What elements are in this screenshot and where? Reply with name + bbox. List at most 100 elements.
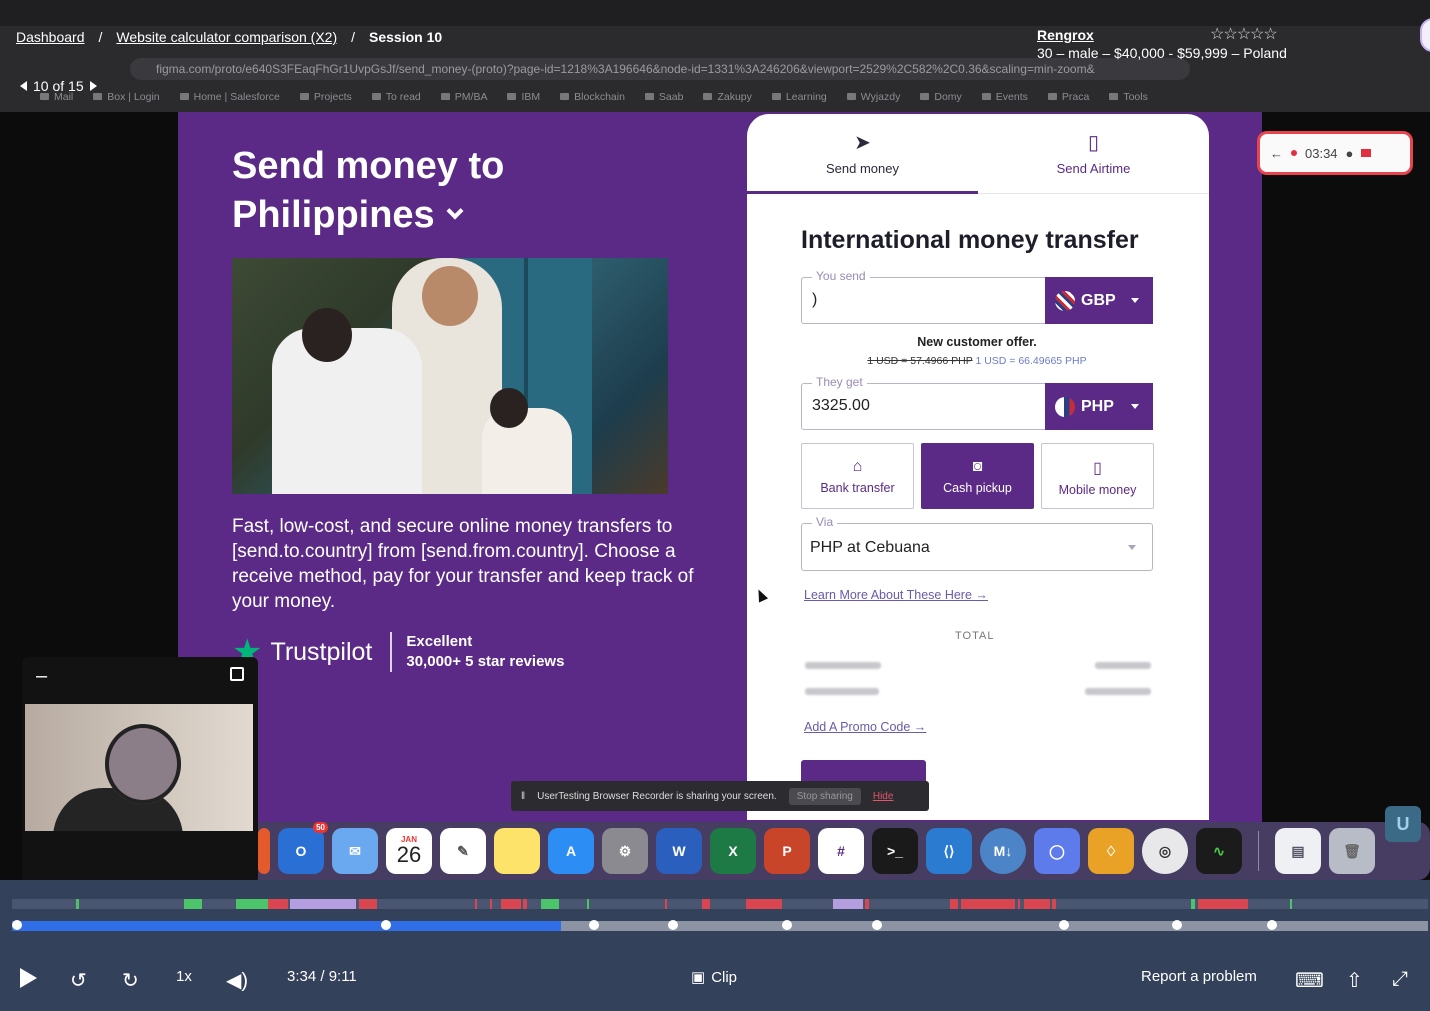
highlight-marker[interactable] bbox=[950, 899, 958, 909]
highlight-marker[interactable] bbox=[268, 899, 288, 909]
tab-send-money[interactable]: ➤ Send money bbox=[747, 130, 978, 176]
via-select[interactable]: Via PHP at Cebuana bbox=[801, 515, 1153, 571]
highlight-marker[interactable] bbox=[1024, 899, 1050, 909]
breadcrumb-study-link[interactable]: Website calculator comparison (X2) bbox=[116, 29, 337, 45]
microphone-icon[interactable]: ● bbox=[1346, 146, 1354, 161]
usertesting-icon[interactable]: U bbox=[1385, 806, 1421, 842]
highlight-marker[interactable] bbox=[833, 899, 863, 909]
task-marker-dot[interactable] bbox=[1172, 920, 1182, 930]
share-button[interactable]: ⇧ bbox=[1346, 968, 1363, 993]
activity-monitor-icon[interactable]: ∿ bbox=[1196, 828, 1242, 874]
highlight-marker[interactable] bbox=[961, 899, 1015, 909]
you-send-value[interactable]: ) bbox=[812, 291, 817, 309]
highlight-marker[interactable] bbox=[665, 899, 667, 909]
breadcrumb-dashboard-link[interactable]: Dashboard bbox=[16, 29, 85, 45]
play-button[interactable] bbox=[20, 968, 37, 988]
app-store-icon[interactable]: A bbox=[548, 828, 594, 874]
highlight-marker[interactable] bbox=[865, 899, 869, 909]
tab-send-airtime[interactable]: ▯ Send Airtime bbox=[978, 130, 1209, 176]
stop-sharing-button[interactable]: Stop sharing bbox=[788, 787, 861, 805]
expand-icon[interactable] bbox=[230, 667, 244, 681]
bookmark-item: Tools bbox=[1109, 86, 1148, 108]
task-marker-dot[interactable] bbox=[589, 920, 599, 930]
next-session-icon[interactable] bbox=[89, 81, 97, 91]
method-mobile-money[interactable]: ▯ Mobile money bbox=[1041, 443, 1154, 509]
rewind-5-button[interactable]: ↺ bbox=[70, 968, 87, 993]
highlight-marker[interactable] bbox=[359, 899, 377, 909]
method-bank-transfer[interactable]: ⌂ Bank transfer bbox=[801, 443, 914, 509]
fullscreen-button[interactable]: ⤢ bbox=[1392, 968, 1408, 991]
country-selector[interactable]: Philippines bbox=[232, 191, 504, 240]
method-cash-pickup[interactable]: ◙ Cash pickup bbox=[921, 443, 1034, 509]
forward-5-button[interactable]: ↻ bbox=[122, 968, 139, 993]
camera-icon[interactable] bbox=[1361, 149, 1372, 157]
receive-currency-select[interactable]: PHP bbox=[1045, 383, 1153, 430]
freeform-icon[interactable]: ✎ bbox=[440, 828, 486, 874]
bookmark-item: Wyjazdy bbox=[847, 86, 901, 108]
vscode-icon[interactable]: ⟨⟩ bbox=[926, 828, 972, 874]
they-get-value[interactable]: 3325.00 bbox=[812, 397, 870, 415]
mail-icon[interactable]: ✉ bbox=[332, 828, 378, 874]
chat-icon[interactable]: ◯ bbox=[1034, 828, 1080, 874]
task-marker-dot[interactable] bbox=[782, 920, 792, 930]
method-cash-pickup-label: Cash pickup bbox=[943, 481, 1012, 495]
highlight-marker[interactable] bbox=[746, 899, 782, 909]
markdown-icon[interactable]: M↓ bbox=[980, 828, 1026, 874]
learn-more-link[interactable]: Learn More About These Here → bbox=[804, 588, 988, 602]
tab-send-airtime-label: Send Airtime bbox=[1056, 161, 1131, 176]
sourcetree-icon[interactable]: ♢ bbox=[1088, 828, 1134, 874]
excel-icon[interactable]: X bbox=[710, 828, 756, 874]
highlight-marker[interactable] bbox=[490, 899, 492, 909]
minimize-icon[interactable]: – bbox=[36, 665, 47, 688]
they-get-field[interactable]: They get 3325.00 PHP bbox=[801, 375, 1153, 430]
rating-stars[interactable]: ☆☆☆☆☆ bbox=[1210, 24, 1278, 44]
task-marker-dot[interactable] bbox=[12, 920, 22, 930]
powerpoint-icon[interactable]: P bbox=[764, 828, 810, 874]
send-currency-select[interactable]: GBP bbox=[1045, 277, 1153, 324]
highlight-marker[interactable] bbox=[541, 899, 559, 909]
task-marker-dot[interactable] bbox=[668, 920, 678, 930]
highlight-marker[interactable] bbox=[523, 899, 527, 909]
you-send-field[interactable]: You send ) GBP bbox=[801, 269, 1153, 324]
task-marker-dot[interactable] bbox=[1267, 920, 1277, 930]
keyboard-shortcuts-button[interactable]: ⌨ bbox=[1295, 968, 1324, 993]
highlight-marker[interactable] bbox=[1198, 899, 1248, 909]
volume-button[interactable]: ◀) bbox=[226, 968, 248, 993]
highlight-marker[interactable] bbox=[1290, 899, 1292, 909]
highlight-marker[interactable] bbox=[1018, 899, 1020, 909]
highlight-marker[interactable] bbox=[587, 899, 589, 909]
brave-icon[interactable] bbox=[258, 828, 270, 874]
document-icon[interactable]: ▤ bbox=[1275, 828, 1321, 874]
user-avatar[interactable] bbox=[1420, 18, 1430, 52]
task-marker-dot[interactable] bbox=[872, 920, 882, 930]
clip-button[interactable]: ▣ Clip bbox=[691, 968, 737, 987]
highlight-marker[interactable] bbox=[702, 899, 710, 909]
progress-track[interactable] bbox=[12, 920, 1428, 931]
hide-share-button[interactable]: Hide bbox=[873, 791, 894, 802]
notes-icon[interactable] bbox=[494, 828, 540, 874]
calendar-icon[interactable]: JAN 26 bbox=[386, 828, 432, 874]
promo-code-link[interactable]: Add A Promo Code → bbox=[804, 720, 926, 734]
back-arrow-icon[interactable]: ← bbox=[1270, 146, 1283, 161]
highlight-marker[interactable] bbox=[76, 899, 79, 909]
trash-icon[interactable]: 🗑 bbox=[1329, 828, 1375, 874]
task-marker-dot[interactable] bbox=[381, 920, 391, 930]
highlight-marker[interactable] bbox=[1191, 899, 1195, 909]
highlight-marker[interactable] bbox=[501, 899, 521, 909]
highlight-marker[interactable] bbox=[236, 899, 268, 909]
previous-session-icon[interactable] bbox=[20, 81, 27, 91]
word-icon[interactable]: W bbox=[656, 828, 702, 874]
highlight-marker[interactable] bbox=[1052, 899, 1056, 909]
highlight-marker[interactable] bbox=[475, 899, 477, 909]
terminal-icon[interactable]: >_ bbox=[872, 828, 918, 874]
slack-icon[interactable]: # bbox=[818, 828, 864, 874]
highlight-marker[interactable] bbox=[184, 899, 202, 909]
chrome-app-icon[interactable]: ◎ bbox=[1142, 828, 1188, 874]
highlight-marker[interactable] bbox=[290, 899, 356, 909]
report-problem-link[interactable]: Report a problem bbox=[1141, 968, 1257, 985]
task-marker-dot[interactable] bbox=[1059, 920, 1069, 930]
system-settings-icon[interactable]: ⚙ bbox=[602, 828, 648, 874]
speed-button[interactable]: 1x bbox=[176, 968, 192, 985]
outlook-icon[interactable]: O 50 bbox=[278, 822, 328, 874]
photo-child-boy-head bbox=[302, 308, 352, 362]
